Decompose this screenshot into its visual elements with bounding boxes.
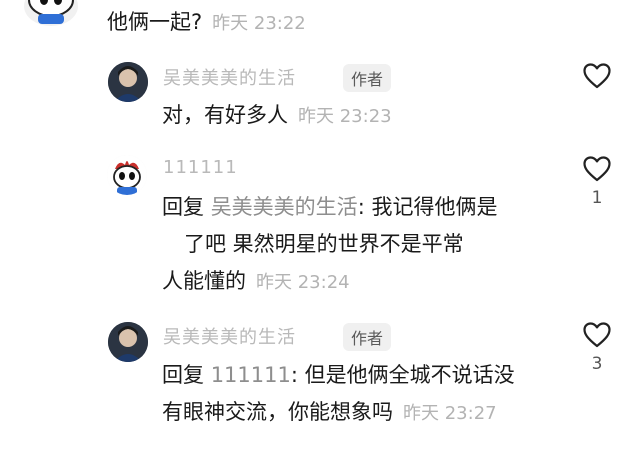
author-tag: 作者 (343, 64, 392, 92)
like-button[interactable]: 3 (582, 322, 612, 374)
author-name[interactable]: 吴美美美的生活 (163, 64, 296, 90)
cartoon-avatar-icon (28, 0, 74, 24)
comment-body: 他俩一起? (107, 10, 203, 34)
comment-text: 了吧 果然明星的世界不是平常 (162, 226, 464, 263)
like-count: 3 (591, 354, 603, 374)
comment-body-line: : 但是他俩全城不说话没 (290, 363, 515, 387)
comment-body: 对，有好多人 (162, 103, 288, 127)
comment-time: 昨天 23:23 (298, 106, 392, 127)
comment-time: 昨天 23:24 (256, 272, 350, 293)
person-photo-icon (108, 322, 148, 362)
author-avatar[interactable] (108, 62, 148, 102)
author-name[interactable]: 吴美美美的生活 (163, 323, 296, 349)
obscured-glyph (162, 226, 184, 263)
comment-text: 对，有好多人 昨天 23:23 (162, 97, 392, 135)
comment-text: 回复 111111: 但是他俩全城不说话没 (162, 357, 515, 394)
mention-link[interactable]: 111111 (211, 363, 291, 387)
like-button[interactable]: 1 (582, 156, 612, 208)
comment-text: 回复 吴美美美的生活: 我记得他俩是 (162, 189, 497, 226)
comment-text: 他俩一起? 昨天 23:22 (107, 4, 306, 42)
commenter-name[interactable]: 111111 (163, 157, 238, 178)
author-avatar[interactable] (108, 322, 148, 362)
reply-label: 回复 (162, 363, 204, 387)
comment-time: 昨天 23:22 (212, 13, 306, 34)
comment-body-line: 人能懂的 (162, 269, 246, 293)
commenter-avatar[interactable] (107, 155, 147, 195)
like-count: 1 (591, 188, 603, 208)
comment-body-line: 有眼神交流，你能想象吗 (162, 400, 393, 424)
comment-text: 人能懂的 昨天 23:24 (162, 263, 350, 301)
mention-link[interactable]: 吴美美美的生活 (211, 195, 358, 219)
comment-text: 有眼神交流，你能想象吗 昨天 23:27 (162, 394, 497, 432)
commenter-avatar[interactable] (24, 0, 78, 26)
comment-time: 昨天 23:27 (403, 403, 497, 424)
comment-body-line: 了吧 果然明星的世界不是平常 (184, 232, 464, 256)
heart-outline-icon (583, 322, 611, 348)
reply-label: 回复 (162, 195, 204, 219)
author-tag: 作者 (343, 323, 392, 351)
cartoon-avatar-icon (107, 155, 147, 195)
heart-outline-icon (583, 156, 611, 182)
person-photo-icon (108, 62, 148, 102)
heart-outline-icon (583, 63, 611, 89)
like-button[interactable] (582, 63, 612, 89)
comment-body-line: : 我记得他俩是 (357, 195, 498, 219)
